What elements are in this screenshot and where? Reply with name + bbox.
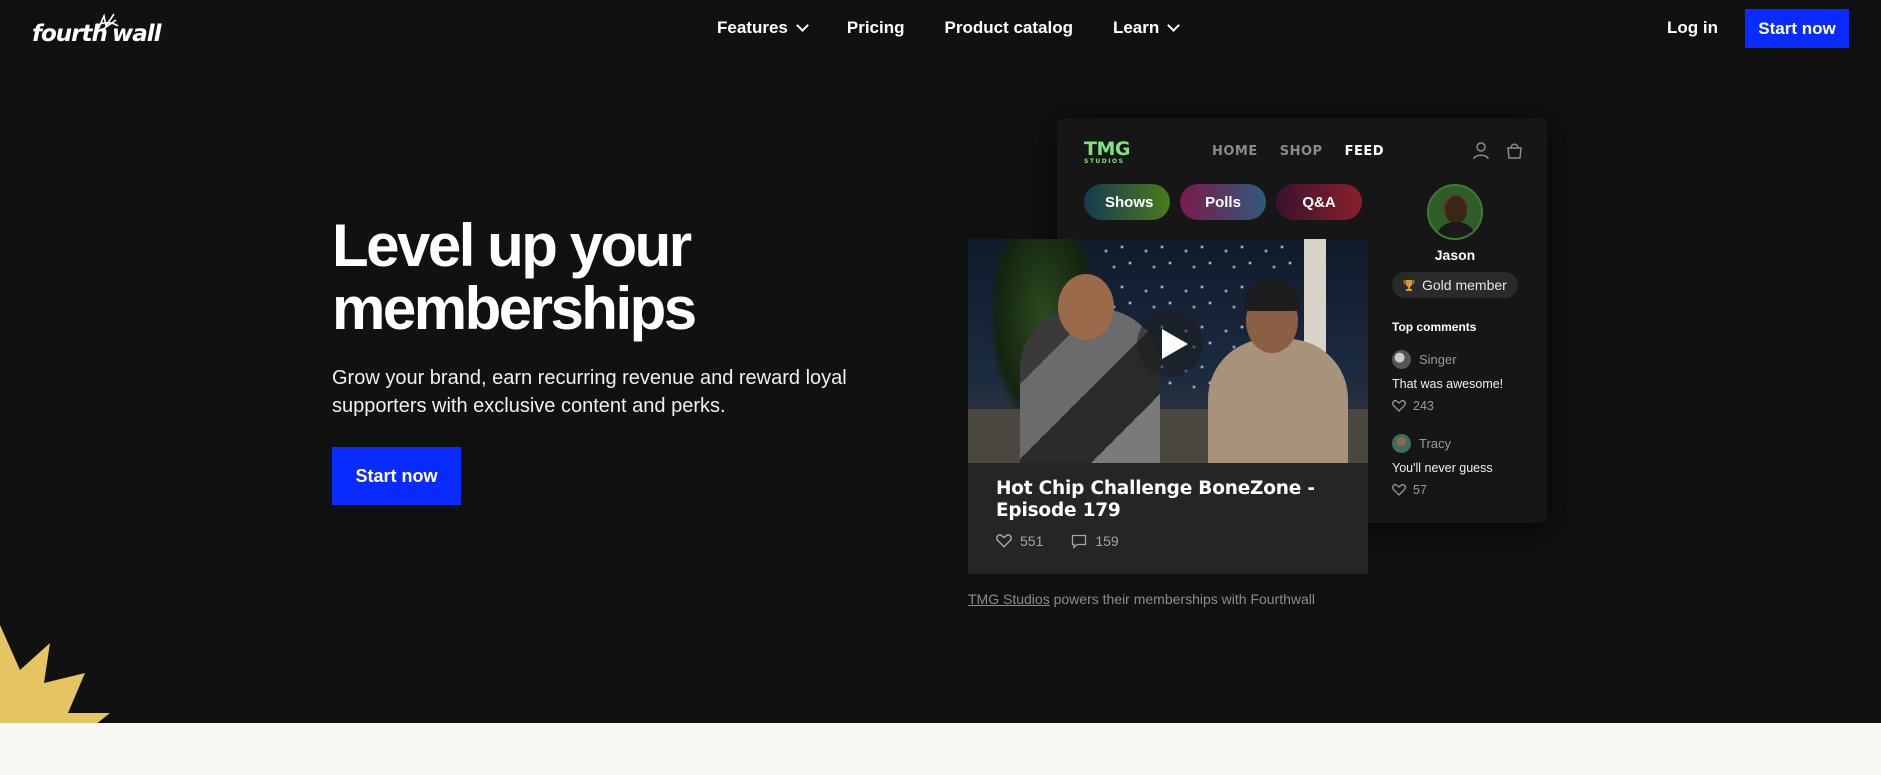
video-likes: 551 [1020, 533, 1044, 549]
start-now-header-button[interactable]: Start now [1745, 9, 1849, 48]
video-comments: 159 [1095, 533, 1119, 549]
nav-product-catalog[interactable]: Product catalog [945, 18, 1073, 38]
nav-learn-label: Learn [1112, 18, 1160, 37]
comment-avatar [1392, 434, 1411, 453]
avatar [1427, 184, 1483, 240]
tmg-logo-text: TMG [1084, 138, 1130, 160]
comment-icon[interactable] [1071, 534, 1087, 549]
fourthwall-logo[interactable]: fourth wall [32, 12, 162, 48]
video-stats: 551 159 [996, 533, 1119, 549]
heart-icon[interactable] [1392, 484, 1406, 496]
hero-subtitle: Grow your brand, earn recurring revenue … [332, 367, 847, 417]
top-navigation: fourth wall Features Pricing Product cat… [0, 0, 1881, 56]
store-nav-feed[interactable]: FEED [1345, 144, 1384, 159]
cart-icon[interactable] [1506, 142, 1523, 160]
nav-features-label: Features [717, 18, 788, 37]
play-icon[interactable] [1137, 311, 1203, 377]
hero-title: Level up your memberships [332, 212, 697, 342]
comment-item: Tracy You'll never guess 57 [1392, 434, 1542, 497]
nav-pricing-label: Pricing [846, 18, 905, 37]
login-link[interactable]: Log in [1667, 18, 1718, 38]
chevron-down-icon [1167, 19, 1181, 32]
tmg-studios-logo: TMG STUDIOS [1084, 138, 1130, 165]
video-thumbnail[interactable] [968, 239, 1368, 463]
pill-polls[interactable]: Polls [1180, 184, 1266, 220]
store-nav: HOME SHOP FEED [1212, 144, 1384, 159]
trophy-icon [1403, 279, 1415, 291]
start-now-hero-button[interactable]: Start now [332, 447, 461, 505]
nav-product-catalog-label: Product catalog [944, 18, 1073, 37]
video-card[interactable]: Hot Chip Challenge BoneZone - Episode 17… [968, 239, 1368, 574]
comment-likes: 57 [1413, 483, 1427, 497]
tmg-logo-subtext: STUDIOS [1084, 158, 1125, 165]
heart-icon[interactable] [996, 534, 1012, 548]
logo-word-right: wall [112, 21, 162, 47]
comment-user: Tracy [1419, 436, 1452, 451]
nav-links: Features Pricing Product catalog Learn [717, 18, 1181, 38]
chevron-down-icon [796, 19, 809, 32]
profile-name: Jason [1434, 247, 1476, 263]
membership-badge: Gold member [1392, 272, 1518, 298]
heart-icon[interactable] [1392, 400, 1406, 412]
pill-shows[interactable]: Shows [1084, 184, 1170, 220]
store-nav-home[interactable]: HOME [1212, 144, 1258, 159]
user-icon[interactable] [1473, 142, 1489, 160]
comment-text: That was awesome! [1392, 377, 1504, 391]
comment-likes: 243 [1413, 399, 1434, 413]
pill-qa[interactable]: Q&A [1276, 184, 1362, 220]
nav-features[interactable]: Features [717, 18, 809, 38]
top-comments-heading: Top comments [1392, 320, 1477, 334]
comment-avatar [1392, 350, 1411, 369]
tmg-studios-link[interactable]: TMG Studios [968, 591, 1050, 607]
store-nav-shop[interactable]: SHOP [1280, 144, 1323, 159]
caption-text: powers their memberships with Fourthwall [1053, 591, 1316, 607]
comment-text: You'll never guess [1392, 461, 1493, 475]
caption: TMG Studios powers their memberships wit… [968, 591, 1315, 607]
comment-user: Singer [1419, 352, 1457, 367]
comment-item: Singer That was awesome! 243 [1392, 350, 1542, 413]
category-pills: Shows Polls Q&A [1084, 184, 1362, 220]
nav-pricing[interactable]: Pricing [847, 18, 905, 38]
video-title[interactable]: Hot Chip Challenge BoneZone - Episode 17… [996, 478, 1356, 522]
nav-learn[interactable]: Learn [1112, 18, 1181, 38]
membership-badge-label: Gold member [1422, 277, 1507, 293]
lower-section [0, 723, 1881, 775]
